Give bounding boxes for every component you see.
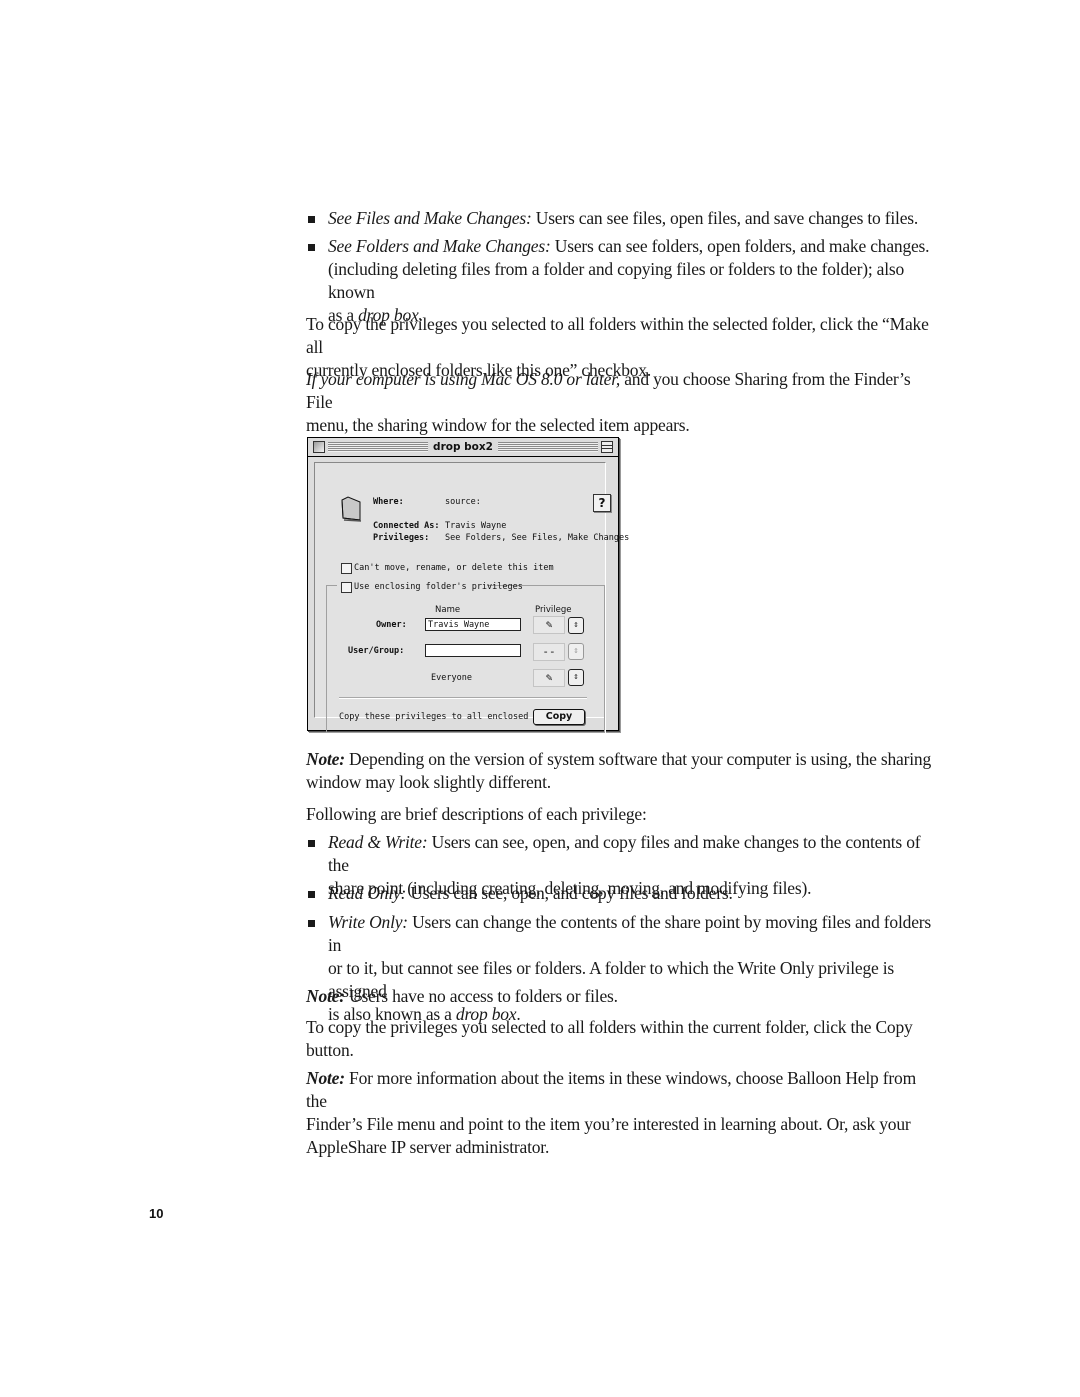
text-line: button. xyxy=(306,1040,354,1060)
owner-privilege-popup[interactable]: ⇕ xyxy=(568,617,584,634)
term: See Folders and Make Changes: xyxy=(328,236,551,256)
text-line: AppleShare IP server administrator. xyxy=(306,1137,550,1157)
pencil-glasses-icon: ✎ xyxy=(533,669,565,687)
text: Users have no access to folders or files… xyxy=(344,986,618,1006)
cant-move-checkbox[interactable] xyxy=(341,563,352,574)
folder-icon xyxy=(341,496,362,522)
close-box-icon[interactable] xyxy=(313,441,325,453)
where-label: Where: xyxy=(373,497,404,507)
text-line: Finder’s File menu and point to the item… xyxy=(306,1114,911,1134)
sharing-window: drop box2 Where: source: ? Connected As:… xyxy=(307,437,629,733)
description-line: (including deleting files from a folder … xyxy=(328,259,905,302)
text-line: menu, the sharing window for the selecte… xyxy=(306,415,690,435)
term: Write Only: xyxy=(328,912,408,932)
text-line: window may look slightly different. xyxy=(306,772,551,792)
privileges-value: See Folders, See Files, Make Changes xyxy=(445,533,630,543)
bullet-icon xyxy=(308,891,315,898)
text: For more information about the items in … xyxy=(306,1068,916,1111)
bullet-icon xyxy=(308,840,315,847)
text-line: To copy the privileges you selected to a… xyxy=(306,1017,913,1037)
help-icon[interactable]: ? xyxy=(593,494,611,512)
note-label: Note: xyxy=(306,1068,345,1088)
paragraph-copy-button: To copy the privileges you selected to a… xyxy=(306,1016,936,1062)
use-enclosing-label: Use enclosing folder's privileges xyxy=(354,582,523,592)
description: Users can see files, open files, and sav… xyxy=(531,208,919,228)
emphasis: If your computer is using Mac OS 8.0 or … xyxy=(306,369,621,389)
description: Users can see folders, open folders, and… xyxy=(550,236,930,256)
window-title: drop box2 xyxy=(428,439,498,455)
windowshade-box-icon[interactable] xyxy=(601,441,613,453)
note-label: Note: xyxy=(306,986,345,1006)
bullet-icon xyxy=(308,216,315,223)
user-group-name-field[interactable] xyxy=(425,644,521,657)
title-bar[interactable]: drop box2 xyxy=(308,438,618,457)
user-group-label: User/Group: xyxy=(348,646,405,656)
bullet-icon xyxy=(308,244,315,251)
owner-label: Owner: xyxy=(376,620,407,630)
copy-button[interactable]: Copy xyxy=(533,709,585,725)
bullet-icon xyxy=(308,920,315,927)
text-line: To copy the privileges you selected to a… xyxy=(306,314,929,357)
note-no-access: Note: Users have no access to folders or… xyxy=(306,985,936,1008)
use-enclosing-checkbox[interactable] xyxy=(341,582,352,593)
column-name-header: Name xyxy=(435,605,461,615)
connected-as-label: Connected As: xyxy=(373,521,440,531)
note-label: Note: xyxy=(306,749,345,769)
text: Depending on the version of system softw… xyxy=(344,749,932,769)
connected-as-value: Travis Wayne xyxy=(445,521,507,531)
cant-move-label: Can't move, rename, or delete this item xyxy=(354,563,554,573)
note-balloon-help: Note: For more information about the ite… xyxy=(306,1067,936,1159)
page-number: 10 xyxy=(149,1206,164,1221)
term: See Files and Make Changes: xyxy=(328,208,532,228)
note-version: Note: Depending on the version of system… xyxy=(306,748,936,794)
following-text: Following are brief descriptions of each… xyxy=(306,804,647,824)
everyone-label: Everyone xyxy=(431,673,472,683)
user-group-privilege-value: -- xyxy=(533,643,565,661)
window-content: Where: source: ? Connected As: Travis Wa… xyxy=(314,462,629,733)
owner-name-field[interactable]: Travis Wayne xyxy=(425,618,521,631)
term: Read Only: xyxy=(328,883,407,903)
where-value: source: xyxy=(445,497,481,507)
divider xyxy=(339,697,587,699)
text: Users can change the contents of the sha… xyxy=(328,912,931,955)
user-group-privilege-popup[interactable]: ⇕ xyxy=(568,643,584,660)
privileges-label: Privileges: xyxy=(373,533,430,543)
text: Users can see, open, and copy files and … xyxy=(406,883,733,903)
paragraph-macos: If your computer is using Mac OS 8.0 or … xyxy=(306,368,936,437)
pencil-glasses-icon: ✎ xyxy=(533,616,565,634)
everyone-privilege-popup[interactable]: ⇕ xyxy=(568,669,584,686)
term: Read & Write: xyxy=(328,832,428,852)
column-privilege-header: Privilege xyxy=(535,605,572,615)
